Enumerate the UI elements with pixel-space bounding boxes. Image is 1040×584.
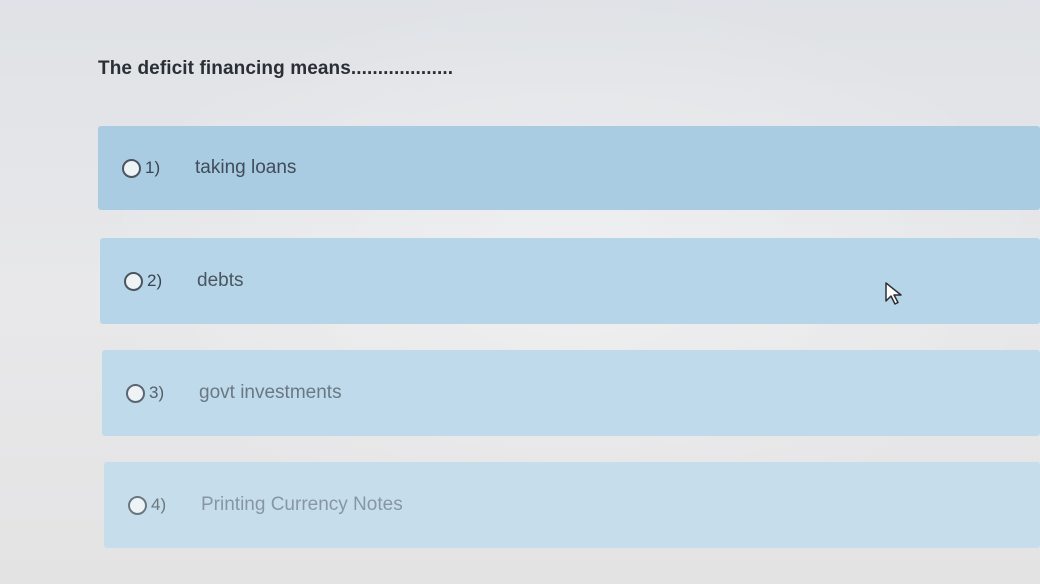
question-text: The deficit financing means.............… xyxy=(98,58,454,79)
option-3[interactable]: 3) govt investments xyxy=(102,350,1040,436)
quiz-page: The deficit financing means.............… xyxy=(0,0,1040,584)
option-number: 3) xyxy=(149,383,165,402)
option-4[interactable]: 4) Printing Currency Notes xyxy=(104,462,1040,548)
radio-button-option-4[interactable] xyxy=(128,495,147,515)
option-label: taking loans xyxy=(195,157,297,178)
mouse-pointer-icon xyxy=(885,282,902,305)
option-label: debts xyxy=(197,270,244,291)
option-number: 2) xyxy=(147,271,163,290)
option-1[interactable]: 1) taking loans xyxy=(98,126,1040,210)
radio-button-option-1[interactable] xyxy=(122,158,141,178)
radio-button-option-3[interactable] xyxy=(126,383,145,403)
radio-button-option-2[interactable] xyxy=(124,271,143,291)
option-label: Printing Currency Notes xyxy=(201,494,403,515)
option-label: govt investments xyxy=(199,382,342,403)
option-number: 4) xyxy=(151,495,167,514)
option-number: 1) xyxy=(145,158,161,177)
